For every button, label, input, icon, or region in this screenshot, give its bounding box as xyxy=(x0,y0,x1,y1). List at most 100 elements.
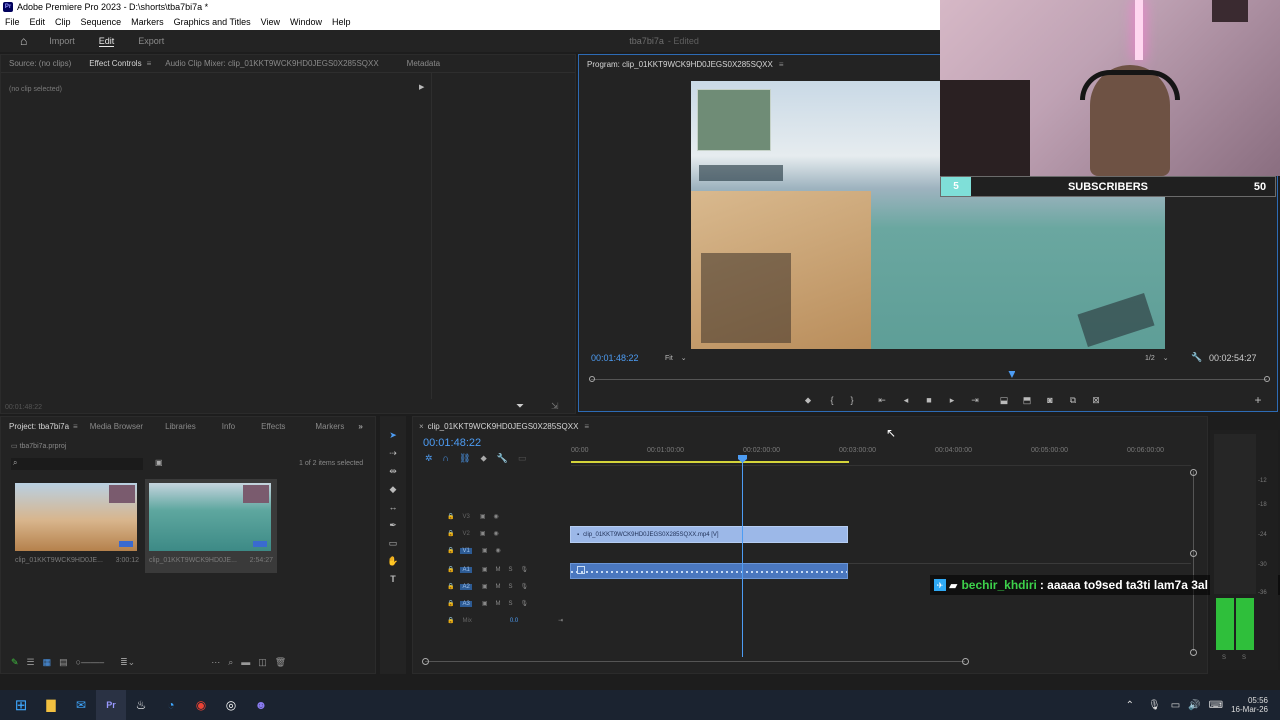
snap-icon[interactable]: ∩ xyxy=(443,453,459,463)
sort-icon[interactable]: ≣⌄ xyxy=(120,657,135,668)
lock-icon[interactable]: 🔒 xyxy=(447,513,454,520)
sync-lock-icon[interactable]: ▣ xyxy=(482,583,488,590)
video-clip[interactable]: ▪ clip_01KKT9WCK9HD0JEGS0X285SQXX.mp4 [V] xyxy=(570,526,848,543)
steam-icon[interactable]: ♨ xyxy=(126,690,156,720)
premiere-taskbar-icon[interactable]: Pr xyxy=(96,690,126,720)
selection-tool-icon[interactable]: ➤ xyxy=(386,428,400,442)
menu-edit[interactable]: Edit xyxy=(25,17,51,27)
sync-lock-icon[interactable]: ▣ xyxy=(482,600,488,607)
go-to-out-icon[interactable]: ⇥ xyxy=(968,393,982,407)
menu-clip[interactable]: Clip xyxy=(50,17,76,27)
project-menu-icon[interactable]: ≡ xyxy=(73,422,78,431)
new-bin-icon[interactable]: ▣ xyxy=(155,458,163,467)
volume-icon[interactable]: 🔊 xyxy=(1188,700,1200,711)
button-editor-plus-icon[interactable]: + xyxy=(1251,393,1265,407)
mute-button[interactable]: M xyxy=(496,584,501,590)
ripple-edit-icon[interactable]: ⇹ xyxy=(386,464,400,478)
tab-effects[interactable]: Effects xyxy=(261,422,285,431)
linked-selection-icon[interactable]: ⛓ xyxy=(459,453,480,463)
new-item-icon[interactable]: ◫ xyxy=(258,657,267,668)
menu-graphics[interactable]: Graphics and Titles xyxy=(169,17,256,27)
solo-button[interactable]: S xyxy=(509,567,513,573)
pen-icon[interactable]: ✎ xyxy=(11,657,19,668)
trash-icon[interactable]: 🗑 xyxy=(275,657,286,668)
edge-icon[interactable]: ◔ xyxy=(156,690,186,720)
timeline-timecode[interactable]: 00:01:48:22 xyxy=(423,437,481,449)
razor-tool-icon[interactable]: ◆ xyxy=(386,482,400,496)
automate-icon[interactable]: ⋯ xyxy=(211,657,220,668)
tab-markers[interactable]: Markers xyxy=(315,422,344,431)
stop-icon[interactable]: ■ xyxy=(922,393,936,407)
type-tool-icon[interactable]: T xyxy=(386,572,400,586)
audio-clip[interactable] xyxy=(570,563,848,579)
lock-icon[interactable]: 🔒 xyxy=(447,547,454,554)
panel-menu-icon[interactable]: ≡ xyxy=(147,59,152,68)
menu-help[interactable]: Help xyxy=(327,17,356,27)
program-playhead[interactable] xyxy=(1008,371,1016,378)
vr-video-icon[interactable]: ⊠ xyxy=(1089,393,1103,407)
lift-icon[interactable]: ⬓ xyxy=(997,393,1011,407)
new-bin-bottom-icon[interactable]: ▬ xyxy=(241,657,250,667)
list-view-icon[interactable]: ☰ xyxy=(27,657,35,668)
home-icon[interactable]: ⌂ xyxy=(20,34,27,48)
vscroll-bottom-handle[interactable] xyxy=(1190,649,1197,656)
close-tab-icon[interactable]: × xyxy=(419,422,424,431)
network-icon[interactable]: ▭ xyxy=(1171,700,1180,711)
menu-sequence[interactable]: Sequence xyxy=(76,17,127,27)
lock-icon[interactable]: 🔒 xyxy=(447,566,454,573)
mix-end-icon[interactable]: ⇥ xyxy=(558,617,563,624)
eye-icon[interactable]: ◉ xyxy=(494,530,499,537)
nest-icon[interactable]: ✲ xyxy=(425,453,443,463)
freeform-view-icon[interactable]: ▤ xyxy=(59,657,68,668)
program-scrub-bar[interactable] xyxy=(591,379,1267,380)
eye-icon[interactable]: ◉ xyxy=(494,513,499,520)
mark-out-icon[interactable]: } xyxy=(845,393,859,407)
vscroll-mid-handle[interactable] xyxy=(1190,550,1197,557)
timeline-playhead[interactable] xyxy=(742,455,743,657)
zoom-slider[interactable]: ○——– xyxy=(76,657,104,667)
chrome-icon[interactable]: ◉ xyxy=(186,690,216,720)
mix-value[interactable]: 0.0 xyxy=(510,618,518,624)
scrub-start-handle[interactable] xyxy=(589,376,595,382)
mic-icon[interactable]: 🎙 xyxy=(521,566,529,573)
fit-dropdown[interactable]: Fit ⌄ xyxy=(665,354,687,362)
add-marker-icon[interactable]: ⬥ xyxy=(801,393,815,407)
solo-left[interactable]: S xyxy=(1222,655,1226,661)
scrub-end-handle[interactable] xyxy=(1264,376,1270,382)
mute-button[interactable]: M xyxy=(496,601,501,607)
find-icon[interactable]: ⌕ xyxy=(228,657,233,668)
obs-icon[interactable]: ◎ xyxy=(216,690,246,720)
mic-icon[interactable]: 🎙 xyxy=(521,583,529,590)
menu-view[interactable]: View xyxy=(256,17,285,27)
menu-markers[interactable]: Markers xyxy=(126,17,169,27)
tab-export[interactable]: Export xyxy=(138,36,164,46)
program-menu-icon[interactable]: ≡ xyxy=(779,60,784,69)
clock[interactable]: 05:56 16-Mar-26 xyxy=(1231,696,1268,714)
slip-tool-icon[interactable]: ↔ xyxy=(386,500,400,514)
tab-audio-clip-mixer[interactable]: Audio Clip Mixer: clip_01KKT9WCK9HD0JEGS… xyxy=(165,59,378,68)
hscroll-right-handle[interactable] xyxy=(962,658,969,665)
vscroll-top-handle[interactable] xyxy=(1190,469,1197,476)
track-select-icon[interactable]: ⇢ xyxy=(386,446,400,460)
project-item-2[interactable]: clip_01KKT9WCK9HD0JE... 2:54:27 xyxy=(145,479,277,573)
program-timecode[interactable]: 00:01:48:22 xyxy=(591,353,639,363)
sync-lock-icon[interactable]: ▣ xyxy=(482,547,488,554)
filter-icon[interactable]: ⏷ xyxy=(516,401,524,412)
file-explorer-icon[interactable]: ▇ xyxy=(36,690,66,720)
lock-icon[interactable]: 🔒 xyxy=(447,530,454,537)
tab-info[interactable]: Info xyxy=(222,422,235,431)
comparison-view-icon[interactable]: ⧉ xyxy=(1066,393,1080,407)
tab-effect-controls[interactable]: Effect Controls xyxy=(89,59,141,68)
go-to-in-icon[interactable]: ⇤ xyxy=(875,393,889,407)
lock-icon[interactable]: 🔒 xyxy=(447,617,454,624)
add-marker-timeline-icon[interactable]: ⬥ xyxy=(480,453,496,463)
export-frame-icon[interactable]: ⇲ xyxy=(551,401,559,412)
windows-start-icon[interactable]: ⊞ xyxy=(6,690,36,720)
timeline-settings-icon[interactable]: 🔧 xyxy=(497,453,518,463)
solo-button[interactable]: S xyxy=(509,584,513,590)
lock-icon[interactable]: 🔒 xyxy=(447,600,454,607)
menu-window[interactable]: Window xyxy=(285,17,327,27)
hscroll-left-handle[interactable] xyxy=(422,658,429,665)
keyboard-icon[interactable]: ⌨ xyxy=(1209,700,1223,711)
lock-icon[interactable]: 🔒 xyxy=(447,583,454,590)
